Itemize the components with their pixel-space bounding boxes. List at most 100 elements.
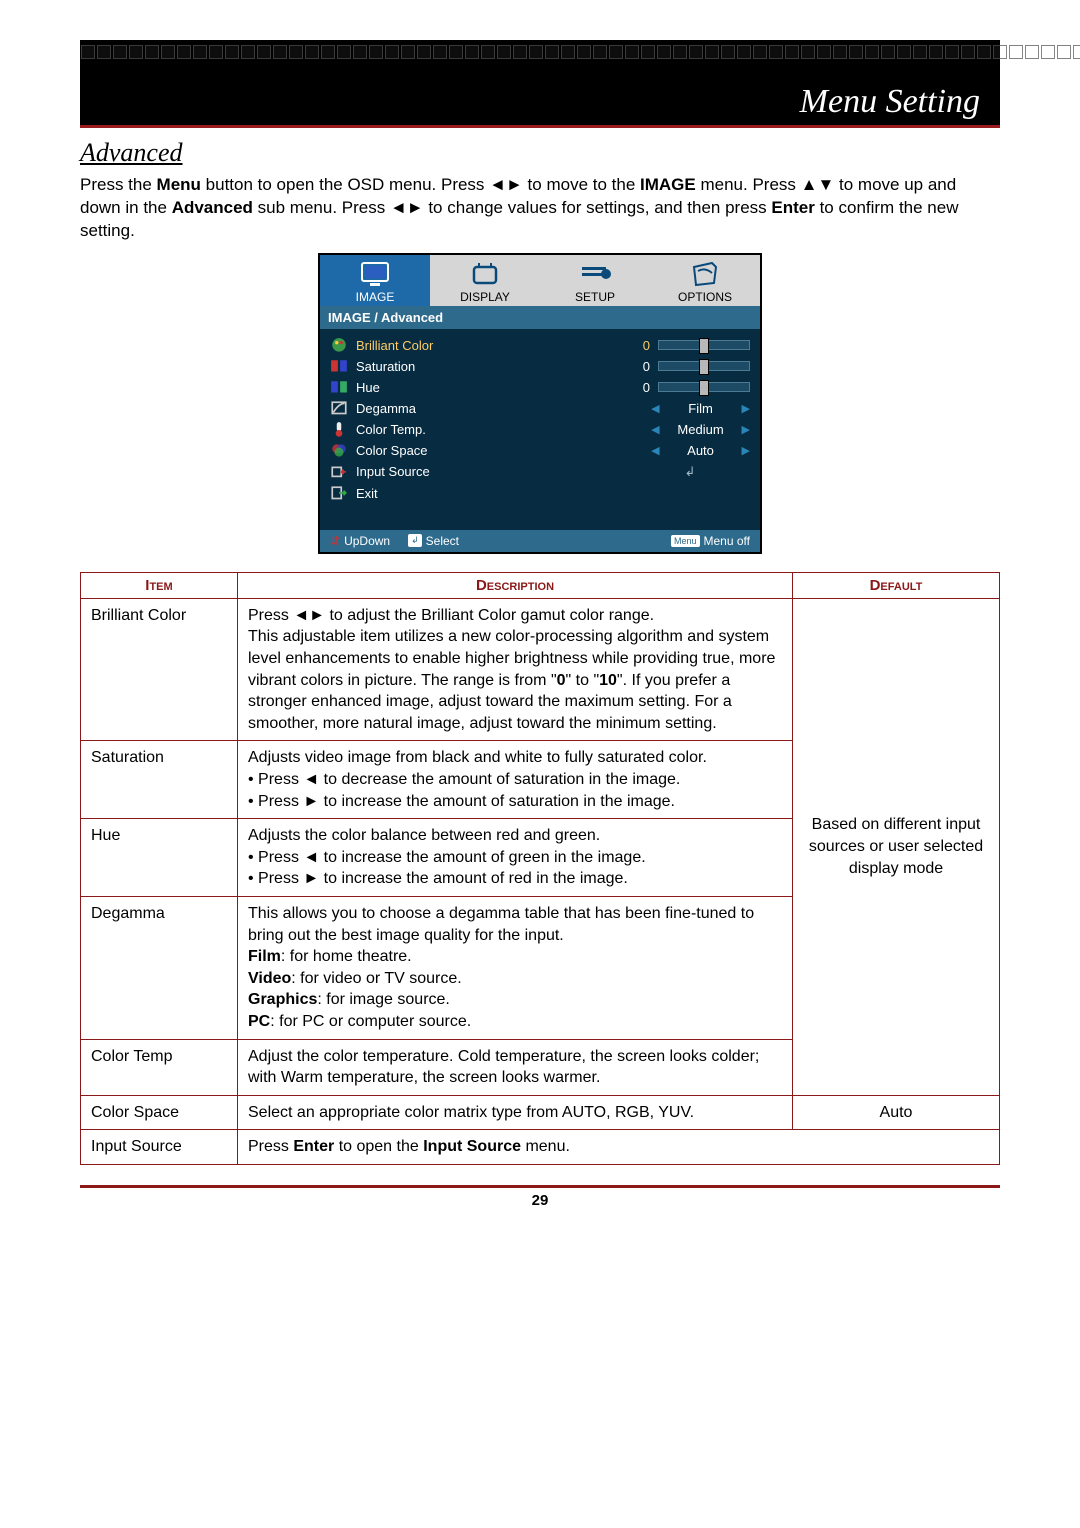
left-arrow-icon[interactable]: ◀ bbox=[651, 444, 659, 457]
left-right-arrows-icon: ◄► bbox=[489, 175, 523, 194]
osd-item-value: Medium bbox=[666, 422, 736, 437]
osd-select[interactable]: ◀ Auto ▶ bbox=[651, 443, 750, 458]
osd-row-saturation[interactable]: Saturation 0 bbox=[324, 356, 756, 377]
osd-item-label: Exit bbox=[356, 486, 750, 501]
saturation-icon bbox=[330, 359, 348, 373]
osd-row-exit[interactable]: Exit bbox=[324, 483, 756, 504]
intro-bold: Menu bbox=[157, 175, 201, 194]
osd-row-color-space[interactable]: Color Space ◀Auto▶ bbox=[324, 440, 756, 461]
osd-row-degamma[interactable]: Degamma ◀ Film ▶ bbox=[324, 398, 756, 419]
osd-select[interactable]: ◀ Film ▶ bbox=[651, 401, 750, 416]
monitor-icon bbox=[358, 261, 392, 287]
osd-item-value: 0 bbox=[610, 380, 658, 395]
left-arrow-icon[interactable]: ◀ bbox=[651, 423, 659, 436]
cell-default: Auto bbox=[793, 1095, 1000, 1130]
col-header-default: Default bbox=[793, 572, 1000, 598]
osd-item-value: Auto bbox=[666, 443, 736, 458]
intro-seg: sub menu. Press bbox=[253, 198, 390, 217]
up-down-arrows-icon: ▲▼ bbox=[801, 175, 835, 194]
slider-knob[interactable] bbox=[699, 338, 709, 354]
options-icon bbox=[688, 261, 722, 287]
osd-item-label: Hue bbox=[356, 380, 610, 395]
osd-tab-display[interactable]: DISPLAY bbox=[430, 255, 540, 306]
intro-seg: button to open the OSD menu. Press bbox=[201, 175, 489, 194]
right-arrow-icon[interactable]: ▶ bbox=[742, 444, 750, 457]
slider-track[interactable] bbox=[658, 382, 750, 392]
slider-track[interactable] bbox=[658, 361, 750, 371]
footer-hint-updown: ⇵UpDown bbox=[330, 534, 390, 548]
hue-icon bbox=[330, 380, 348, 394]
page-container: Menu Setting Advanced Press the Menu but… bbox=[0, 0, 1080, 1269]
footer-hint-label: Select bbox=[426, 534, 459, 548]
cell-description: Adjust the color temperature. Cold tempe… bbox=[238, 1039, 793, 1095]
col-header-description: Description bbox=[238, 572, 793, 598]
cell-description: This allows you to choose a degamma tabl… bbox=[238, 896, 793, 1039]
osd-tab-label: OPTIONS bbox=[678, 290, 732, 304]
osd-body: Brilliant Color 0 Saturation 0 Hue 0 bbox=[320, 329, 760, 530]
osd-menu-screenshot: IMAGE DISPLAY SETUP OPTIONS IMA bbox=[318, 253, 762, 554]
intro-seg: to move to the bbox=[523, 175, 640, 194]
osd-tab-label: DISPLAY bbox=[460, 290, 510, 304]
intro-text: Press the Menu button to open the OSD me… bbox=[80, 174, 1000, 243]
osd-item-label: Brilliant Color bbox=[356, 338, 610, 353]
cell-description: Press Enter to open the Input Source men… bbox=[238, 1130, 1000, 1165]
table-row: Input Source Press Enter to open the Inp… bbox=[81, 1130, 1000, 1165]
slider-knob[interactable] bbox=[699, 359, 709, 375]
col-header-item: Item bbox=[81, 572, 238, 598]
section-title: Advanced bbox=[80, 138, 1000, 168]
osd-tab-options[interactable]: OPTIONS bbox=[650, 255, 760, 306]
colorspace-icon bbox=[330, 443, 348, 457]
osd-item-value: Film bbox=[666, 401, 736, 416]
osd-item-label: Degamma bbox=[356, 401, 651, 416]
right-arrow-icon[interactable]: ▶ bbox=[742, 402, 750, 415]
osd-breadcrumb: IMAGE / Advanced bbox=[320, 306, 760, 329]
exit-icon bbox=[330, 486, 348, 500]
slider-track[interactable] bbox=[658, 340, 750, 350]
osd-footer: ⇵UpDown ↲Select Menu Menu off bbox=[320, 530, 760, 552]
table-row: Color Space Select an appropriate color … bbox=[81, 1095, 1000, 1130]
cell-item: Input Source bbox=[81, 1130, 238, 1165]
osd-row-input-source[interactable]: Input Source ↲ bbox=[324, 461, 756, 483]
left-arrow-icon[interactable]: ◀ bbox=[651, 402, 659, 415]
left-right-arrows-icon: ◄► bbox=[293, 607, 325, 624]
osd-select[interactable]: ◀ Medium ▶ bbox=[651, 422, 750, 437]
cell-default-shared: Based on different input sources or user… bbox=[793, 598, 1000, 1095]
osd-tab-label: SETUP bbox=[575, 290, 615, 304]
intro-seg: menu. Press bbox=[696, 175, 801, 194]
right-arrow-icon: ► bbox=[303, 870, 319, 887]
osd-row-hue[interactable]: Hue 0 bbox=[324, 377, 756, 398]
cell-item: Brilliant Color bbox=[81, 598, 238, 741]
cell-item: Color Temp bbox=[81, 1039, 238, 1095]
page-number: 29 bbox=[532, 1192, 549, 1209]
osd-tabs: IMAGE DISPLAY SETUP OPTIONS bbox=[320, 255, 760, 306]
thermometer-icon bbox=[330, 422, 348, 436]
cell-description: Adjusts the color balance between red an… bbox=[238, 819, 793, 897]
menu-key-icon: Menu bbox=[671, 535, 700, 547]
right-arrow-icon[interactable]: ▶ bbox=[742, 423, 750, 436]
osd-item-value: 0 bbox=[610, 359, 658, 374]
cell-description: Press ◄► to adjust the Brilliant Color g… bbox=[238, 598, 793, 741]
osd-tab-setup[interactable]: SETUP bbox=[540, 255, 650, 306]
cell-item: Hue bbox=[81, 819, 238, 897]
footer-hint-menuoff: Menu Menu off bbox=[671, 534, 750, 548]
header-band: Menu Setting bbox=[80, 40, 1000, 128]
table-row: Brilliant Color Press ◄► to adjust the B… bbox=[81, 598, 1000, 741]
footer-hint-label: Menu off bbox=[704, 534, 750, 548]
slider-knob[interactable] bbox=[699, 380, 709, 396]
cell-item: Saturation bbox=[81, 741, 238, 819]
left-arrow-icon: ◄ bbox=[303, 849, 319, 866]
cell-item: Color Space bbox=[81, 1095, 238, 1130]
footer-hint-select: ↲Select bbox=[408, 534, 459, 548]
enter-arrow-icon: ↲ bbox=[630, 464, 750, 480]
osd-item-label: Input Source bbox=[356, 464, 630, 479]
cell-description: Select an appropriate color matrix type … bbox=[238, 1095, 793, 1130]
header-grid-deco bbox=[80, 44, 1000, 88]
osd-tab-image[interactable]: IMAGE bbox=[320, 255, 430, 306]
right-arrow-icon: ► bbox=[303, 793, 319, 810]
osd-row-color-temp[interactable]: Color Temp. ◀Medium▶ bbox=[324, 419, 756, 440]
intro-bold: Advanced bbox=[172, 198, 253, 217]
left-arrow-icon: ◄ bbox=[303, 771, 319, 788]
table-header-row: Item Description Default bbox=[81, 572, 1000, 598]
page-title: Menu Setting bbox=[800, 83, 980, 121]
osd-row-brilliant-color[interactable]: Brilliant Color 0 bbox=[324, 335, 756, 356]
